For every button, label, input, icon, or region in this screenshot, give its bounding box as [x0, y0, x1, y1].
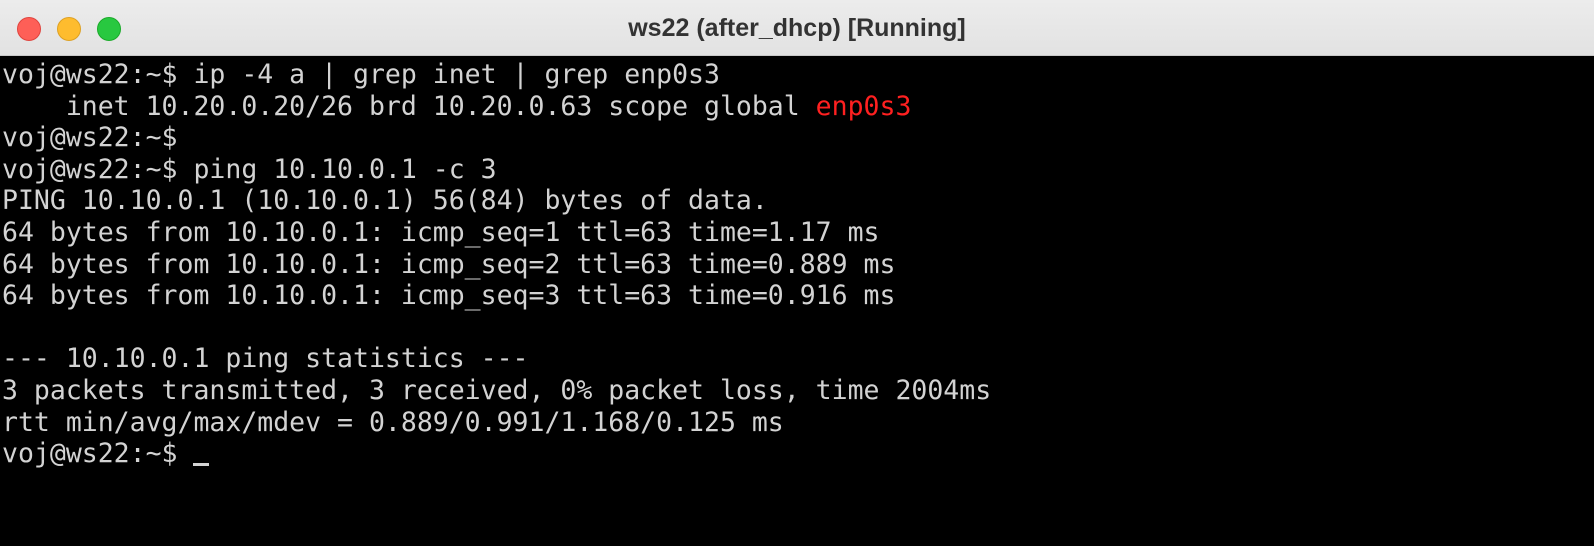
- terminal-line: voj@ws22:~$ ping 10.10.0.1 -c 3: [2, 153, 497, 185]
- terminal-line: rtt min/avg/max/mdev = 0.889/0.991/1.168…: [2, 406, 784, 438]
- terminal-line: voj@ws22:~$ ip -4 a | grep inet | grep e…: [2, 59, 720, 90]
- terminal-console[interactable]: voj@ws22:~$ ip -4 a | grep inet | grep e…: [0, 57, 1594, 546]
- vm-window: ws22 (after_dhcp) [Running] voj@ws22:~$ …: [0, 0, 1594, 546]
- terminal-line: 64 bytes from 10.10.0.1: icmp_seq=3 ttl=…: [2, 280, 896, 312]
- terminal-line: 64 bytes from 10.10.0.1: icmp_seq=1 ttl=…: [2, 216, 880, 248]
- terminal-line: --- 10.10.0.1 ping statistics ---: [2, 343, 529, 375]
- terminal-line-text: inet 10.20.0.20/26 brd 10.20.0.63 scope …: [2, 90, 816, 122]
- terminal-line: PING 10.10.0.1 (10.10.0.1) 56(84) bytes …: [2, 185, 768, 217]
- text-cursor: [193, 463, 210, 467]
- window-title: ws22 (after_dhcp) [Running]: [628, 14, 966, 42]
- terminal-line: 64 bytes from 10.10.0.1: icmp_seq=2 ttl=…: [2, 248, 896, 280]
- terminal-prompt-line[interactable]: voj@ws22:~$: [2, 438, 1594, 470]
- interface-name-highlight: enp0s3: [815, 90, 912, 122]
- terminal-prompt: voj@ws22:~$: [2, 438, 194, 470]
- terminal-line: 3 packets transmitted, 3 received, 0% pa…: [2, 374, 992, 406]
- terminal-line: inet 10.20.0.20/26 brd 10.20.0.63 scope …: [2, 91, 1594, 123]
- terminal-line: voj@ws22:~$: [2, 122, 178, 154]
- title-bar[interactable]: ws22 (after_dhcp) [Running]: [0, 0, 1594, 56]
